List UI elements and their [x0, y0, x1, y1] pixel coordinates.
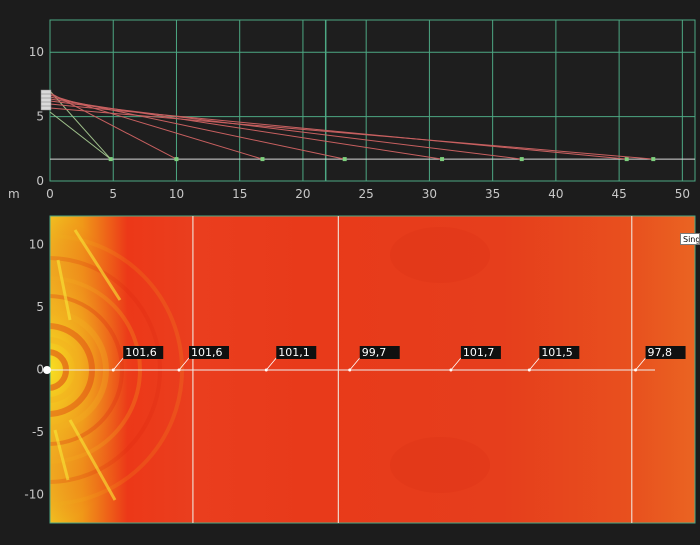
ray-hit-marker — [260, 157, 265, 162]
ray-hit-marker — [651, 157, 656, 162]
speaker-array-icon — [40, 89, 52, 111]
x-tick-label: 20 — [295, 187, 310, 201]
top-view-plot: m 0 5 10 15 20 25 30 35 40 45 50 1050 — [0, 0, 700, 545]
unit-label: m — [8, 187, 20, 201]
x-tick-label: 40 — [548, 187, 563, 201]
y-tick-label: 0 — [36, 174, 44, 188]
single-button[interactable]: Single — [680, 233, 700, 245]
x-tick-label: 15 — [232, 187, 247, 201]
x-tick-label: 5 — [109, 187, 117, 201]
x-tick-label: 35 — [485, 187, 500, 201]
y-tick-label: 10 — [29, 45, 44, 59]
y-tick-label: 5 — [36, 110, 44, 124]
ray-hit-marker — [174, 157, 179, 162]
ray-hit-marker — [440, 157, 445, 162]
x-tick-label: 50 — [675, 187, 690, 201]
x-tick-label: 0 — [46, 187, 54, 201]
x-tick-label: 25 — [359, 187, 374, 201]
x-tick-label: 10 — [169, 187, 184, 201]
ray-hit-marker — [342, 157, 347, 162]
ray-hit-marker — [624, 157, 629, 162]
x-tick-label: 30 — [422, 187, 437, 201]
x-tick-label: 45 — [611, 187, 626, 201]
ray-hit-marker — [519, 157, 524, 162]
